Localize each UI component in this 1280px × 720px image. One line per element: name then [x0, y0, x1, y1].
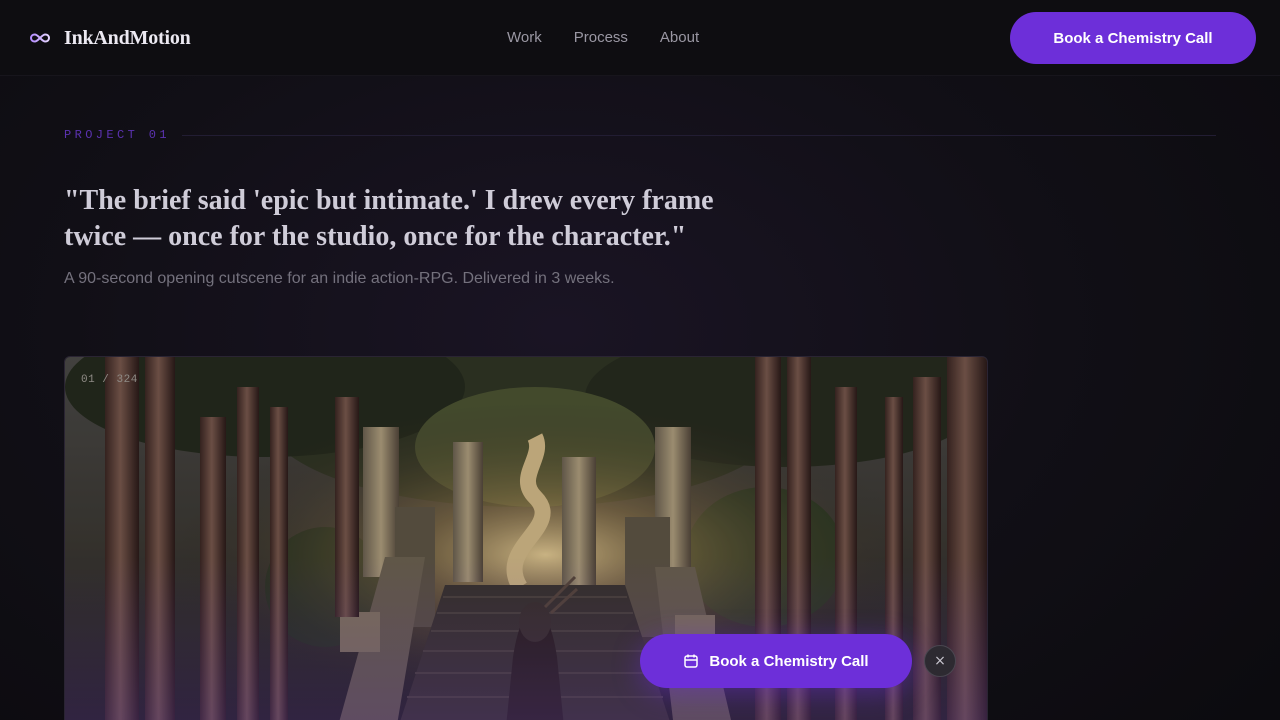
calendar-icon — [684, 654, 699, 668]
floating-cta-label: Book a Chemistry Call — [709, 652, 869, 670]
close-icon[interactable]: × — [924, 645, 956, 677]
nav-link-about[interactable]: About — [660, 29, 699, 46]
brand-logo[interactable]: InkAndMotion — [30, 24, 191, 52]
project-subtitle: A 90-second opening cutscene for an indi… — [64, 270, 615, 287]
project-label: PROJECT 01 — [64, 128, 171, 142]
main-nav: Work Process About — [507, 29, 699, 46]
frame-counter: 01 / 324 — [81, 374, 138, 386]
nav-link-work[interactable]: Work — [507, 29, 542, 46]
site-header: InkAndMotion Work Process About Book a C… — [0, 0, 1280, 76]
floating-book-call-button[interactable]: Book a Chemistry Call — [640, 634, 912, 688]
book-call-button[interactable]: Book a Chemistry Call — [1010, 12, 1256, 64]
divider — [182, 135, 1216, 136]
nav-link-process[interactable]: Process — [574, 29, 628, 46]
project-quote: "The brief said 'epic but intimate.' I d… — [64, 185, 714, 252]
brand-name: InkAndMotion — [64, 26, 191, 49]
infinity-icon — [30, 33, 50, 43]
